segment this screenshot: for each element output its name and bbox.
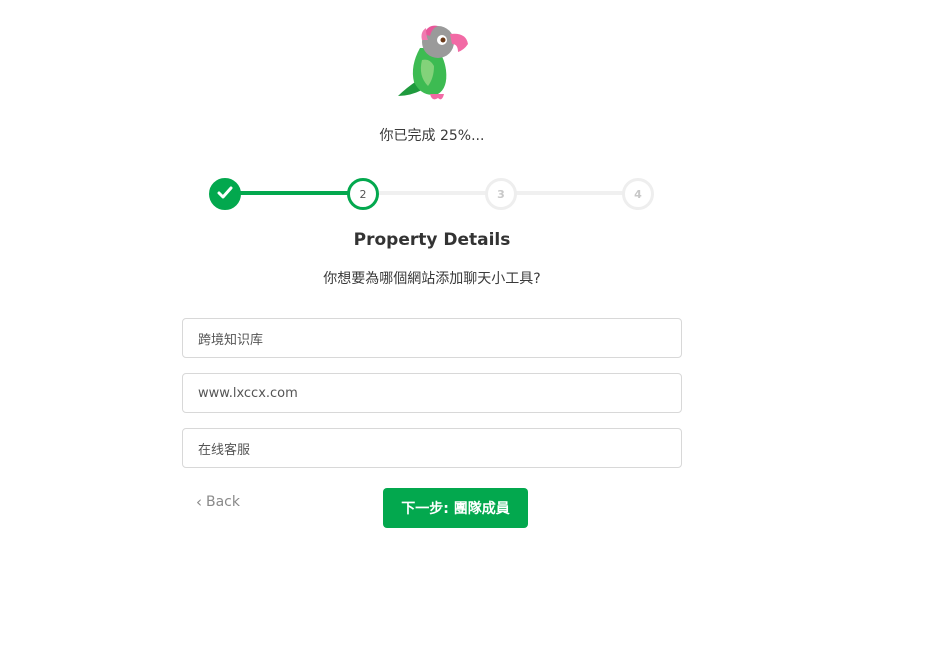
next-step-button[interactable]: 下一步: 團隊成員 (383, 488, 528, 528)
website-url-value: www.lxccx.com (198, 385, 298, 401)
property-name-value: 跨境知识库 (198, 332, 264, 348)
widget-name-value: 在线客服 (198, 442, 251, 458)
progress-text: 你已完成 25%... (379, 128, 485, 144)
back-button[interactable]: ‹ Back (196, 494, 240, 510)
step-4: 4 (622, 178, 654, 210)
progress-stepper: 2 3 4 (208, 178, 654, 210)
step-connector-2 (372, 191, 498, 195)
step-3: 3 (485, 178, 517, 210)
step-connector-3 (510, 191, 636, 195)
website-url-input[interactable]: www.lxccx.com (182, 373, 682, 413)
parrot-logo-icon (392, 18, 472, 102)
step-2-number: 2 (359, 187, 367, 201)
check-icon (217, 186, 233, 203)
step-1-completed (209, 178, 241, 210)
back-label: Back (206, 494, 240, 510)
chevron-left-icon: ‹ (196, 492, 202, 511)
page-subtitle: 你想要為哪個網站添加聊天小工具? (323, 271, 541, 287)
widget-name-input[interactable]: 在线客服 (182, 428, 682, 468)
step-connector-1 (236, 191, 364, 195)
property-name-input[interactable]: 跨境知识库 (182, 318, 682, 358)
step-3-number: 3 (497, 187, 505, 201)
step-2-current: 2 (347, 178, 379, 210)
step-4-number: 4 (634, 187, 642, 201)
page-title: Property Details (353, 230, 511, 250)
